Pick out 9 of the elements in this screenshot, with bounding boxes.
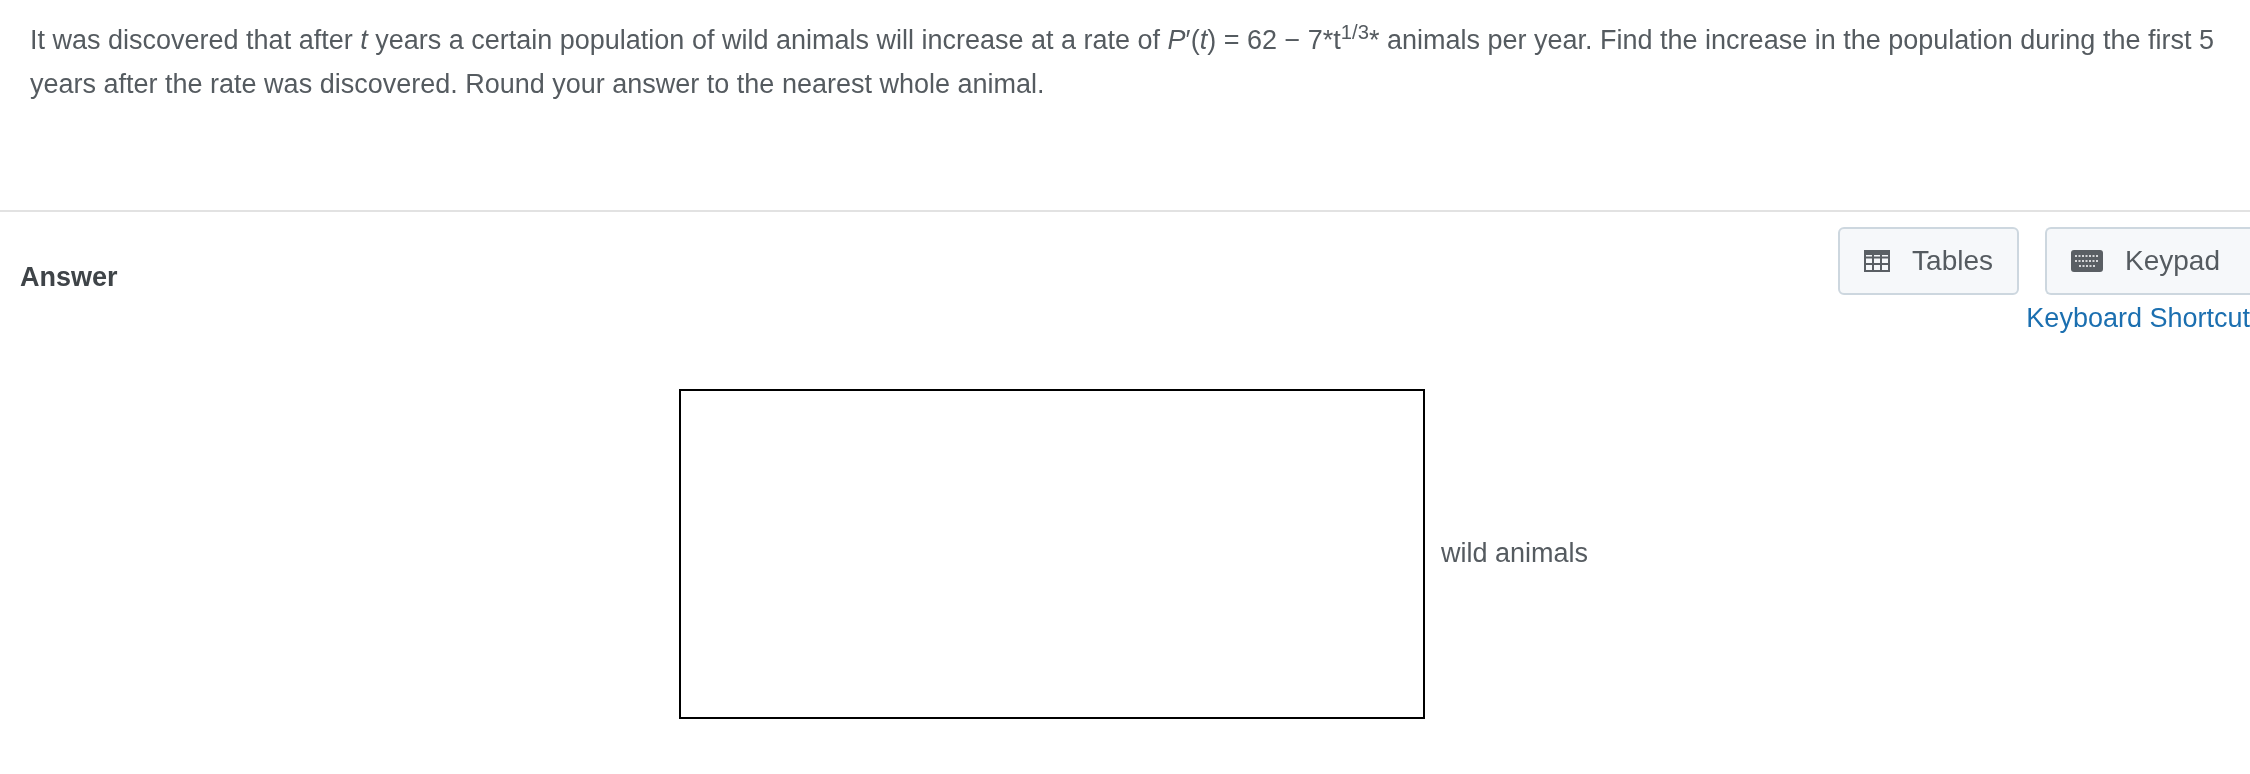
keyboard-icon bbox=[2071, 250, 2104, 272]
tables-button[interactable]: Tables bbox=[1838, 227, 2020, 295]
answer-input-field[interactable] bbox=[679, 388, 1425, 719]
keyboard-shortcuts-link[interactable]: Keyboard Shortcut bbox=[2026, 298, 2250, 339]
table-icon bbox=[1864, 250, 1891, 272]
unit-label: wild animals bbox=[1441, 537, 1589, 571]
answer-heading: Answer bbox=[20, 261, 118, 294]
keypad-button[interactable]: Keypad bbox=[2045, 227, 2250, 295]
question-text: It was discovered that after t years a certain population of wild animals will increase at a rate of P′(t) = 62 − 7*t$^{1/3}$* animals per year. Find the increase in the population during the first 5 years after the rate was discovered. Round your answer to the nearest whole animal. bbox=[30, 19, 2215, 101]
